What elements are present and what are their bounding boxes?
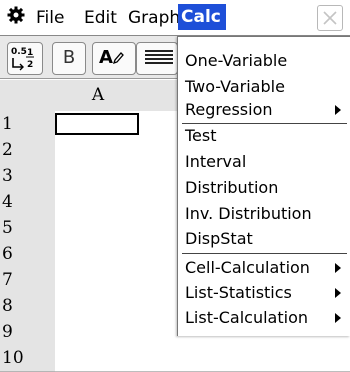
svg-text:0.5: 0.5 <box>11 47 27 57</box>
menu-item-label: One-Variable <box>185 51 288 70</box>
menu-item-label: Distribution <box>185 178 279 197</box>
menu-item-regression[interactable]: Regression <box>185 97 345 123</box>
bold-button[interactable]: B <box>52 42 86 75</box>
cell-a3[interactable] <box>55 163 142 190</box>
menu-item-list-statistics[interactable]: List-Statistics <box>185 280 345 306</box>
row-header-2[interactable]: 2 <box>0 137 58 164</box>
calc-menu-dropdown: One-Variable Two-Variable Regression Tes… <box>177 36 350 336</box>
menu-graph[interactable]: Graph <box>128 6 180 30</box>
cell-a5[interactable] <box>55 215 142 242</box>
row-header-4[interactable]: 4 <box>0 189 58 216</box>
row-header-10[interactable]: 10 <box>0 345 58 372</box>
row-header-6[interactable]: 6 <box>0 241 58 268</box>
menu-item-label: List-Calculation <box>185 308 308 327</box>
align-icon <box>145 50 173 64</box>
row-header-1[interactable]: 1 <box>0 111 58 138</box>
menu-item-dispstat[interactable]: DispStat <box>185 226 345 252</box>
font-label: A <box>99 47 113 68</box>
menu-item-inv-distribution[interactable]: Inv. Distribution <box>185 201 345 227</box>
menu-item-label: Two-Variable <box>185 77 285 96</box>
svg-text:2: 2 <box>27 60 33 70</box>
cell-a8[interactable] <box>55 293 142 320</box>
menu-file[interactable]: File <box>36 6 64 30</box>
menu-separator <box>182 253 347 254</box>
selected-cell-cursor <box>55 113 139 135</box>
number-format-icon: 0.5 1 2 <box>11 47 34 71</box>
row-header-9[interactable]: 9 <box>0 319 58 346</box>
menu-item-label: Inv. Distribution <box>185 204 312 223</box>
cell-a2[interactable] <box>55 137 142 164</box>
menu-item-label: DispStat <box>185 229 253 248</box>
cell-a7[interactable] <box>55 267 142 294</box>
align-button[interactable] <box>136 42 178 75</box>
close-icon <box>323 11 337 25</box>
cell-a6[interactable] <box>55 241 142 268</box>
row-header-8[interactable]: 8 <box>0 293 58 320</box>
grid-corner[interactable] <box>0 80 56 112</box>
menu-item-interval[interactable]: Interval <box>185 149 345 175</box>
font-button[interactable]: A <box>92 42 136 75</box>
menu-item-test[interactable]: Test <box>185 123 345 149</box>
menu-item-label: List-Statistics <box>185 283 292 302</box>
menu-item-label: Interval <box>185 152 247 171</box>
menu-item-label: Regression <box>185 100 273 119</box>
menu-item-one-variable[interactable]: One-Variable <box>185 48 345 74</box>
submenu-arrow-icon <box>335 313 341 323</box>
row-header-7[interactable]: 7 <box>0 267 58 294</box>
menu-item-label: Cell-Calculation <box>185 258 310 277</box>
pencil-icon <box>112 52 124 65</box>
menu-item-cell-calculation[interactable]: Cell-Calculation <box>185 255 345 281</box>
submenu-arrow-icon <box>335 105 341 115</box>
submenu-arrow-icon <box>335 263 341 273</box>
menu-item-label: Test <box>185 126 217 145</box>
column-header-a[interactable]: A <box>55 80 142 112</box>
cell-b10[interactable] <box>141 345 350 372</box>
cell-a4[interactable] <box>55 189 142 216</box>
bold-label: B <box>62 47 76 68</box>
submenu-arrow-icon <box>335 288 341 298</box>
gear-icon[interactable] <box>6 5 26 25</box>
cell-a10[interactable] <box>55 345 142 372</box>
number-format-button[interactable]: 0.5 1 2 <box>7 42 43 75</box>
cell-a9[interactable] <box>55 319 142 346</box>
row-header-5[interactable]: 5 <box>0 215 58 242</box>
menu-bar: File Edit Graph Calc <box>0 0 350 36</box>
menu-item-distribution[interactable]: Distribution <box>185 175 345 201</box>
row-header-3[interactable]: 3 <box>0 163 58 190</box>
menu-edit[interactable]: Edit <box>84 6 117 30</box>
menu-item-list-calculation[interactable]: List-Calculation <box>185 305 345 331</box>
menu-calc[interactable]: Calc <box>178 4 226 30</box>
close-button[interactable] <box>317 5 343 31</box>
